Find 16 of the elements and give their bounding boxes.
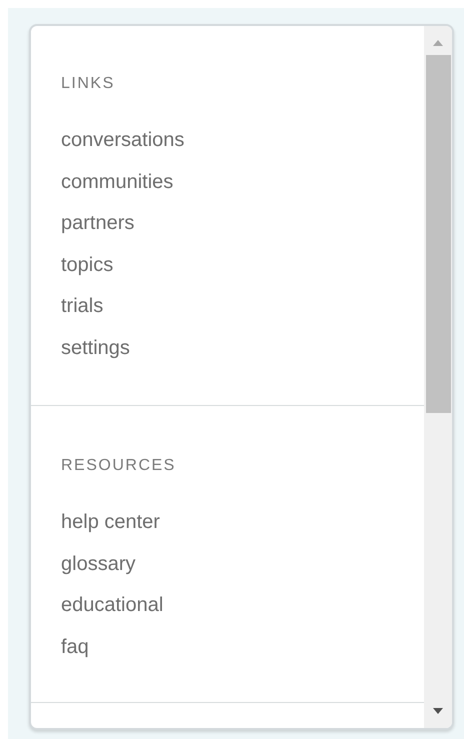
- menu-link[interactable]: communities: [31, 162, 174, 203]
- menu-link[interactable]: settings: [31, 328, 130, 369]
- menu-link[interactable]: educational: [31, 585, 164, 626]
- menu-link[interactable]: conversations: [31, 120, 184, 162]
- scroll-down-icon[interactable]: [433, 708, 443, 714]
- scrollbar[interactable]: [424, 26, 452, 728]
- menu-link[interactable]: trials: [31, 286, 104, 328]
- menu-link[interactable]: faq: [31, 626, 89, 668]
- menu-link[interactable]: help center: [31, 502, 160, 544]
- menu-link[interactable]: glossary: [31, 544, 136, 585]
- section-heading: LINKS: [60, 74, 116, 94]
- scroll-up-icon[interactable]: [433, 40, 443, 46]
- section-heading: RESOURCES: [60, 456, 177, 476]
- menu-link[interactable]: partners: [31, 203, 134, 244]
- menu-link[interactable]: topics: [31, 244, 114, 286]
- scrollbar-thumb[interactable]: [426, 55, 450, 413]
